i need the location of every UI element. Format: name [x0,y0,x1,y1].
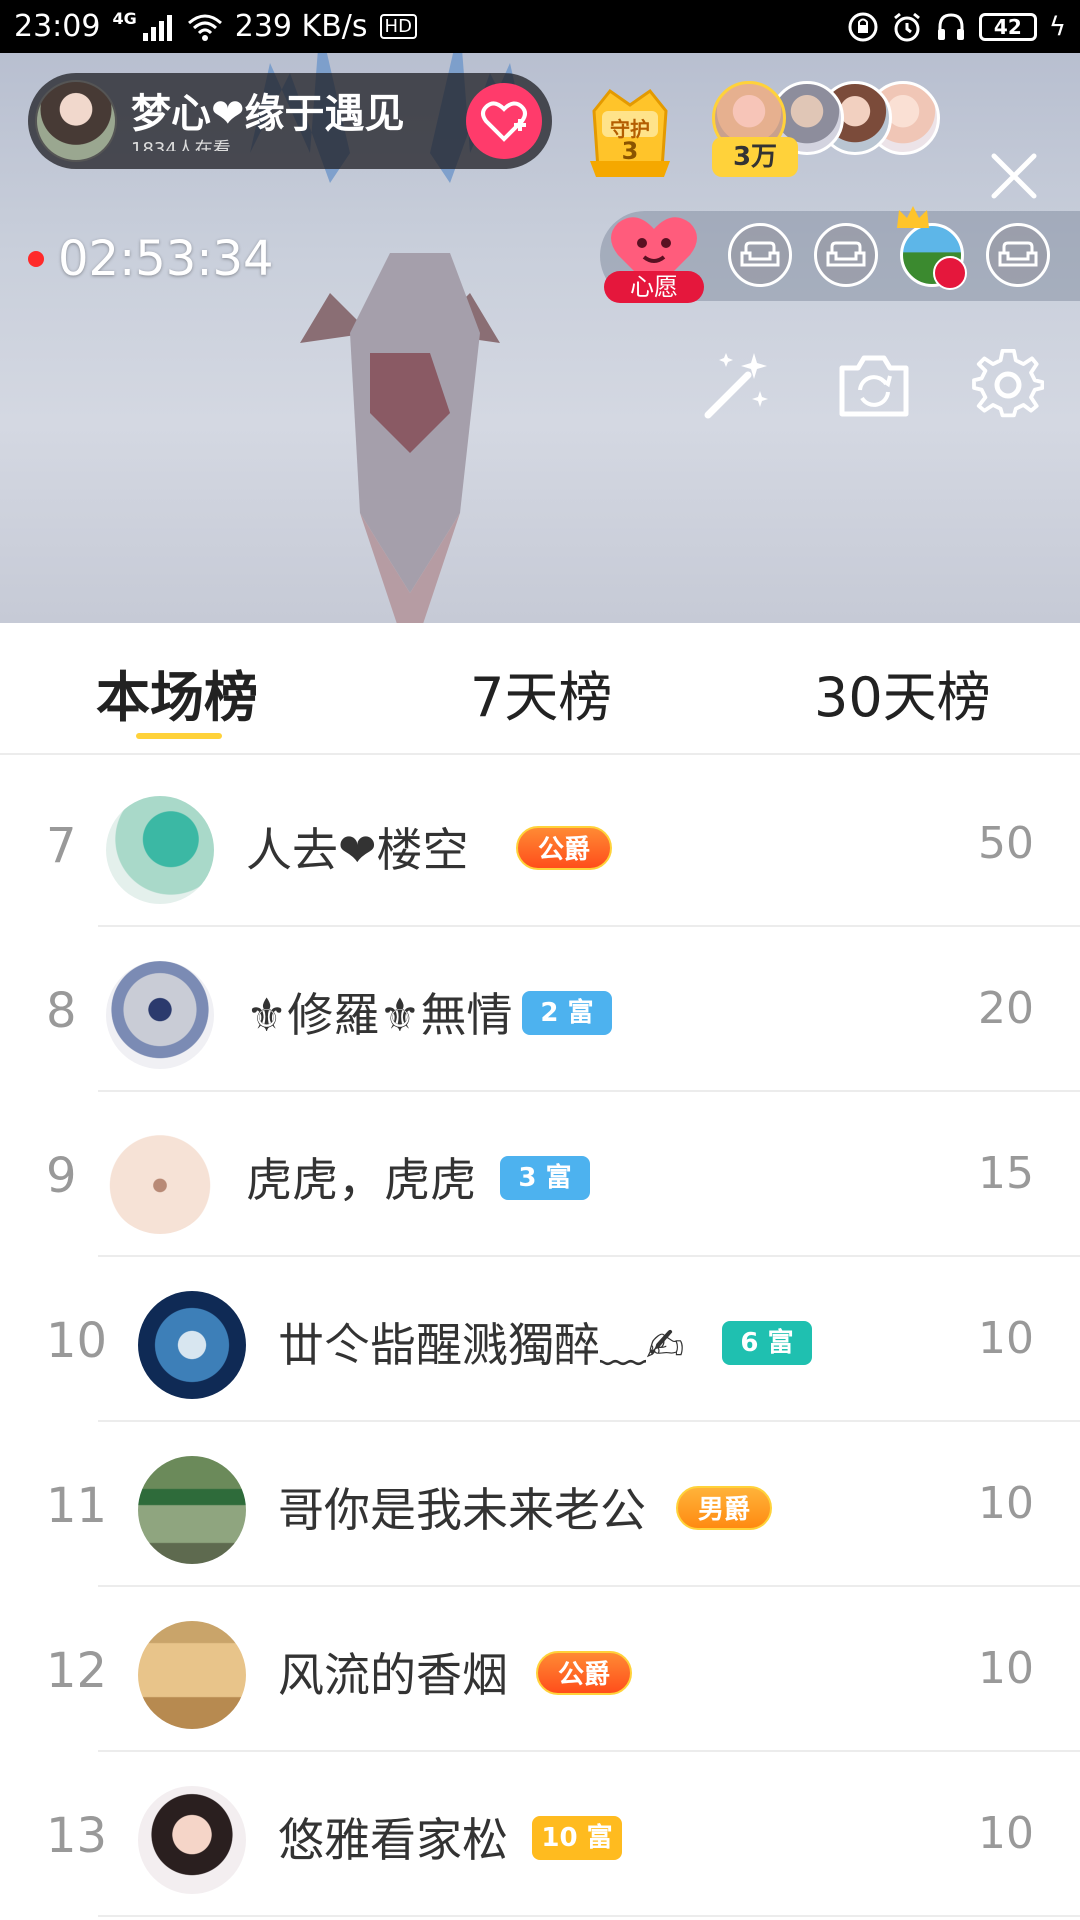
rank-number: 12 [46,1643,108,1699]
ranking-row[interactable]: 12 风流的香烟 公爵 10 [0,1587,1080,1752]
level-badge: 公爵 [516,826,612,870]
sofa-icon [740,241,780,267]
score: 50 [978,818,1034,869]
battery-icon: 42 [978,12,1037,41]
host-info: 梦心❤缘于遇见 1834人在看 [131,91,466,151]
lock-rotation-icon [848,12,878,41]
timer-text: 02:53:34 [58,231,274,287]
score: 10 [978,1643,1034,1694]
network-speed: 239 KB/s [234,9,368,44]
settings-button[interactable] [968,345,1048,425]
user-avatar[interactable] [106,796,214,904]
score: 10 [978,1313,1034,1364]
sofa-badge-icon [933,256,967,290]
rank-number: 10 [46,1313,108,1369]
ranking-row[interactable]: 9 虎虎，虎虎 3 富 15 [0,1092,1080,1257]
fan-count-badge: 3万 [712,137,798,177]
live-video[interactable]: 梦心❤缘于遇见 1834人在看 守护 3 3万 02:53:34 心愿 [0,53,1080,623]
sofa-icon [826,241,866,267]
active-tab-indicator [136,733,222,739]
user-name: ⚜修羅⚜無情 [246,988,513,1042]
battery-level: 42 [993,14,1022,39]
rank-number: 13 [46,1808,108,1864]
user-name: 虎虎，虎虎 [246,1153,476,1207]
sofa-seat-empty[interactable] [728,223,792,287]
user-avatar[interactable] [138,1621,246,1729]
guard-count: 3 [621,137,639,165]
headphones-icon [937,12,964,40]
hd-icon: HD [379,14,417,39]
guard-badge[interactable]: 守护 3 [584,81,676,181]
score: 20 [978,983,1034,1034]
user-avatar[interactable] [106,1126,214,1234]
ranking-tabs: 本场榜 7天榜 30天榜 [0,623,1080,755]
level-badge: 10 富 [532,1816,622,1860]
tab-current-session[interactable]: 本场榜 [96,653,258,732]
level-badge: 2 富 [522,991,612,1035]
ranking-row[interactable]: 7 人去❤楼空 公爵 50 [0,762,1080,927]
beauty-filter-button[interactable] [698,345,778,425]
user-name: 悠雅看家松 [278,1813,508,1867]
status-bar: 23:09 4G 239 KB/s HD 42 ϟ [0,0,1080,53]
live-timer: 02:53:34 [28,231,274,287]
level-badge: 男爵 [676,1486,772,1530]
camera-flip-icon [839,355,909,417]
top-fans[interactable]: 3万 [712,81,952,181]
score: 10 [978,1478,1034,1529]
ranking-list[interactable]: 7 人去❤楼空 公爵 50 8 ⚜修羅⚜無情 2 富 20 9 虎虎，虎虎 3 … [0,762,1080,1920]
rank-number: 11 [46,1478,108,1534]
sofa-seat-occupied[interactable] [897,206,967,290]
heart-plus-icon [481,101,527,142]
wish-label: 心愿 [604,271,704,303]
signal-icon [142,14,172,41]
host-avatar[interactable] [35,80,117,162]
live-dot-icon [28,251,44,267]
close-button[interactable] [986,148,1042,204]
user-name: 风流的香烟 [278,1648,508,1702]
user-avatar[interactable] [138,1291,246,1399]
viewer-count: 1834人在看 [131,139,231,151]
user-name: 丗仒啙醒溅獨醉﹏✍ [278,1318,685,1372]
crown-icon [897,206,929,228]
sofa-seat-empty[interactable] [814,223,878,287]
follow-button[interactable] [466,83,542,159]
wifi-icon [187,14,222,41]
host-info-pill[interactable]: 梦心❤缘于遇见 1834人在看 [28,73,552,169]
level-badge: 公爵 [536,1651,632,1695]
ranking-row[interactable]: 11 哥你是我未来老公 男爵 10 [0,1422,1080,1587]
level-badge: 6 富 [722,1321,812,1365]
level-badge: 3 富 [500,1156,590,1200]
close-icon [991,153,1037,199]
ranking-row[interactable]: 8 ⚜修羅⚜無情 2 富 20 [0,927,1080,1092]
sofa-seat-empty[interactable] [986,223,1050,287]
alarm-icon [893,12,920,41]
status-time: 23:09 [14,9,101,44]
user-name: 哥你是我未来老公 [278,1483,646,1537]
ranking-row[interactable]: 10 丗仒啙醒溅獨醉﹏✍ 6 富 10 [0,1257,1080,1422]
score: 10 [978,1808,1034,1859]
status-left: 23:09 4G 239 KB/s HD [14,9,417,44]
network-type: 4G [112,9,137,28]
sofa-icon [998,241,1038,267]
charging-icon: ϟ [1048,11,1066,42]
user-avatar[interactable] [138,1456,246,1564]
ranking-row[interactable]: 13 悠雅看家松 10 富 10 [0,1752,1080,1917]
user-avatar[interactable] [138,1786,246,1894]
gear-icon [972,349,1044,418]
host-name: 梦心❤缘于遇见 [131,91,405,137]
magic-wand-icon [704,353,768,419]
score: 15 [978,1148,1034,1199]
status-right: 42 ϟ [847,11,1066,43]
tab-30-day[interactable]: 30天榜 [814,653,991,732]
flip-camera-button[interactable] [834,345,914,425]
tab-7-day[interactable]: 7天榜 [470,653,612,732]
user-avatar[interactable] [106,961,214,1069]
user-name: 人去❤楼空 [246,823,469,877]
